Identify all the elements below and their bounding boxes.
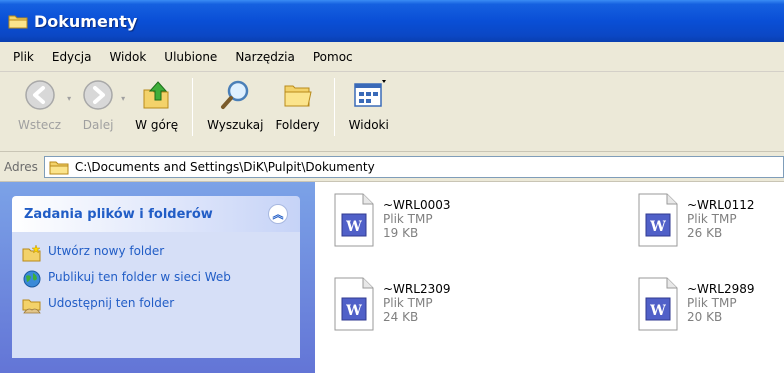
task-share-folder-label: Udostępnij ten folder [48,296,175,310]
views-label: Widoki [348,118,389,132]
views-icon [353,80,386,107]
svg-text:W: W [649,219,666,235]
tasks-title: Zadania plików i folderów [24,206,213,222]
word-document-icon: W [638,193,678,247]
folder-up-icon [143,81,169,109]
views-button[interactable]: Widoki [343,78,395,148]
back-button[interactable]: Wstecz [12,78,67,148]
menu-tools[interactable]: Narzędzia [226,50,304,64]
collapse-icon[interactable]: ︽ [268,204,288,224]
file-size: 24 KB [383,310,419,324]
file-folder-tasks-panel: Zadania plików i folderów ︽ Utwórz nowy … [12,196,300,358]
menu-help[interactable]: Pomoc [304,50,362,64]
tasks-header[interactable]: Zadania plików i folderów ︽ [12,196,300,232]
task-pane: Zadania plików i folderów ︽ Utwórz nowy … [0,182,315,373]
search-button[interactable]: Wyszukaj [201,78,269,148]
svg-text:W: W [345,303,362,319]
toolbar: Wstecz ▾ Dalej ▾ W górę Wyszukaj Foldery [0,72,784,152]
tasks-body: Utwórz nowy folder Publikuj ten folder w… [12,232,300,358]
folders-label: Foldery [275,118,320,132]
file-list: W ~WRL0003 Plik TMP 19 KB W ~WRL0112 Pli… [315,182,784,373]
file-type: Plik TMP [383,212,433,226]
word-document-icon: W [334,277,374,331]
folders-icon [284,85,312,107]
main-area: Zadania plików i folderów ︽ Utwórz nowy … [0,182,784,373]
search-icon [221,80,249,109]
back-arrow-icon [24,80,55,110]
task-share-folder[interactable]: Udostępnij ten folder [22,296,290,314]
window-title: Dokumenty [34,11,138,31]
address-input[interactable]: C:\Documents and Settings\DiK\Pulpit\Dok… [43,155,784,178]
svg-text:W: W [649,303,666,319]
menu-file[interactable]: Plik [4,50,43,64]
task-publish-web-label: Publikuj ten folder w sieci Web [48,270,231,284]
menu-edit[interactable]: Edycja [43,50,101,64]
file-type: Plik TMP [687,296,737,310]
task-publish-web[interactable]: Publikuj ten folder w sieci Web [22,270,290,288]
file-item[interactable]: W ~WRL2989 Plik TMP 20 KB [633,276,754,332]
share-folder-icon [22,299,41,314]
menu-view[interactable]: Widok [100,50,155,64]
file-name: ~WRL0003 [383,198,451,212]
toolbar-separator [192,78,194,136]
address-bar: Adres C:\Documents and Settings\DiK\Pulp… [0,152,784,182]
forward-dropdown-icon[interactable]: ▾ [121,94,125,103]
file-item[interactable]: W ~WRL2309 Plik TMP 24 KB [329,276,450,332]
file-type: Plik TMP [687,212,737,226]
menu-favorites[interactable]: Ulubione [155,50,226,64]
search-label: Wyszukaj [207,118,264,132]
file-name: ~WRL2989 [687,282,755,296]
folder-icon [8,13,28,29]
new-folder-icon [22,244,41,262]
file-name: ~WRL2309 [383,282,451,296]
forward-label: Dalej [82,118,114,132]
title-bar[interactable]: Dokumenty [0,0,784,42]
up-label: W górę [135,118,179,132]
word-document-icon: W [334,193,374,247]
file-item[interactable]: W ~WRL0003 Plik TMP 19 KB [329,192,450,248]
publish-web-icon [23,270,41,288]
folder-icon [49,161,69,174]
up-button[interactable]: W górę [129,78,184,148]
file-type: Plik TMP [383,296,433,310]
file-item[interactable]: W ~WRL0112 Plik TMP 26 KB [633,192,754,248]
svg-text:W: W [345,219,362,235]
address-path: C:\Documents and Settings\DiK\Pulpit\Dok… [74,159,375,174]
file-size: 20 KB [687,310,723,324]
folders-button[interactable]: Foldery [269,78,325,148]
menu-bar: Plik Edycja Widok Ulubione Narzędzia Pom… [0,42,784,72]
file-size: 19 KB [383,226,419,240]
word-document-icon: W [638,277,678,331]
file-name: ~WRL0112 [687,198,755,212]
toolbar-separator [333,78,335,136]
task-new-folder[interactable]: Utwórz nowy folder [22,244,290,262]
forward-arrow-icon [83,80,113,110]
file-size: 26 KB [687,226,723,240]
task-new-folder-label: Utwórz nowy folder [48,244,165,258]
back-label: Wstecz [18,118,62,132]
forward-button[interactable]: Dalej [75,78,121,148]
back-dropdown-icon[interactable]: ▾ [67,94,71,103]
address-label: Adres [4,159,38,174]
